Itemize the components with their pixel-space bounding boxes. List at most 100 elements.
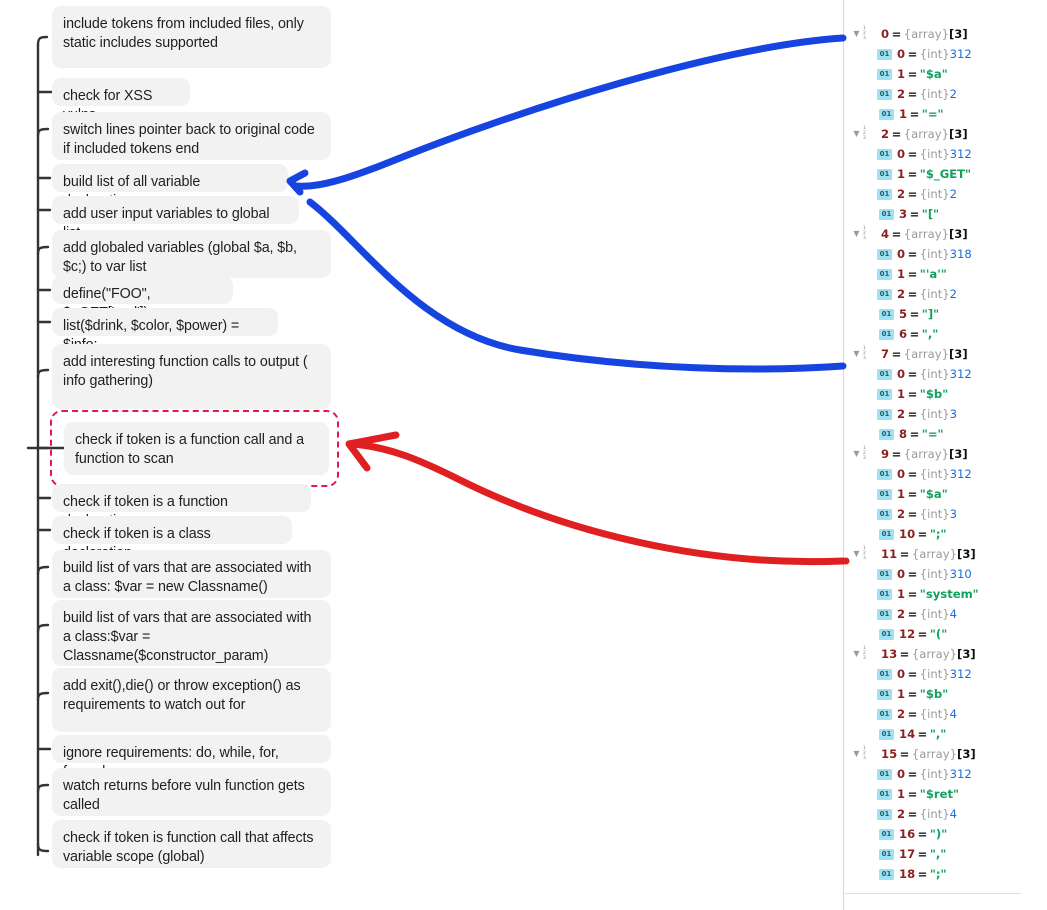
debugger-row[interactable]: 01 1 = "$_GET" (844, 164, 1047, 184)
mindmap-node[interactable]: check if token is a class declaration (52, 516, 292, 561)
debugger-key: 1 (897, 387, 906, 401)
debugger-row[interactable]: 01 17 = "," (844, 844, 1047, 864)
mindmap-node[interactable]: build list of all variable declarations (52, 164, 288, 209)
equals-sign: = (907, 667, 918, 681)
debugger-row[interactable]: 01 1 = "'a'" (844, 264, 1047, 284)
chevron-down-icon[interactable]: ▼ (850, 130, 863, 138)
primitive-icon: 01 (877, 608, 892, 620)
debugger-row[interactable]: ▼ 1 2 3 9 = {array} [3] (844, 444, 1047, 464)
debugger-row[interactable]: 01 1 = "$b" (844, 684, 1047, 704)
debugger-row[interactable]: ▼ 1 2 3 4 = {array} [3] (844, 224, 1047, 244)
debugger-key: 0 (897, 567, 906, 581)
mindmap-node[interactable]: watch returns before vuln function gets … (52, 768, 331, 816)
equals-sign: = (891, 447, 902, 461)
debugger-key: 1 (897, 687, 906, 701)
debugger-row[interactable]: 01 2 = {int} 4 (844, 804, 1047, 824)
mindmap-node[interactable]: add interesting function calls to output… (52, 344, 331, 409)
debugger-row[interactable]: 01 8 = "=" (844, 424, 1047, 444)
chevron-down-icon[interactable]: ▼ (850, 550, 863, 558)
debugger-row[interactable]: 01 2 = {int} 2 (844, 184, 1047, 204)
mindmap-node[interactable]: check for XSS vulns (52, 78, 190, 123)
debugger-row[interactable]: 01 1 = "$a" (844, 64, 1047, 84)
mindmap-node[interactable]: check if token is function call that aff… (52, 820, 331, 868)
primitive-icon: 01 (877, 468, 892, 480)
debugger-row[interactable]: 01 0 = {int} 318 (844, 244, 1047, 264)
debugger-key: 0 (897, 367, 906, 381)
debugger-key: 0 (897, 147, 906, 161)
primitive-icon: 01 (877, 148, 892, 160)
mindmap-node[interactable]: build list of vars that are associated w… (52, 550, 331, 598)
equals-sign: = (907, 387, 918, 401)
debugger-row[interactable]: 01 3 = "[" (844, 204, 1047, 224)
mindmap-node[interactable]: include tokens from included files, only… (52, 6, 331, 68)
debugger-type: {int} (919, 47, 950, 61)
debugger-row[interactable]: 01 14 = "," (844, 724, 1047, 744)
debugger-row[interactable]: 01 5 = "]" (844, 304, 1047, 324)
primitive-icon: 01 (879, 848, 894, 860)
debugger-row[interactable]: 01 1 = "$a" (844, 484, 1047, 504)
debugger-row[interactable]: 01 1 = "$b" (844, 384, 1047, 404)
mindmap-node[interactable]: switch lines pointer back to original co… (52, 112, 331, 160)
debugger-array-count: [3] (948, 127, 968, 141)
debugger-row[interactable]: ▼ 1 2 3 11 = {array} [3] (844, 544, 1047, 564)
debugger-row[interactable]: 01 0 = {int} 310 (844, 564, 1047, 584)
debugger-number-value: 2 (949, 87, 958, 101)
equals-sign: = (907, 567, 918, 581)
panel-bottom-divider (845, 893, 1021, 894)
chevron-down-icon[interactable]: ▼ (850, 30, 863, 38)
debugger-row[interactable]: ▼ 1 2 3 0 = {array} [3] (844, 24, 1047, 44)
debugger-row[interactable]: 01 2 = {int} 2 (844, 84, 1047, 104)
debugger-row[interactable]: 01 1 = "=" (844, 104, 1047, 124)
debugger-row[interactable]: 01 0 = {int} 312 (844, 764, 1047, 784)
mindmap-node[interactable]: ignore requirements: do, while, for, for… (52, 735, 331, 780)
chevron-down-icon[interactable]: ▼ (850, 350, 863, 358)
debugger-string-value: ";" (929, 527, 947, 541)
chevron-down-icon[interactable]: ▼ (850, 230, 863, 238)
debugger-row[interactable]: ▼ 1 2 3 15 = {array} [3] (844, 744, 1047, 764)
mindmap-node[interactable]: add exit(),die() or throw exception() as… (52, 668, 331, 732)
debugger-row[interactable]: 01 1 = "system" (844, 584, 1047, 604)
debugger-string-value: "[" (921, 207, 940, 221)
debugger-row[interactable]: 01 0 = {int} 312 (844, 44, 1047, 64)
equals-sign: = (907, 287, 918, 301)
debugger-row[interactable]: 01 2 = {int} 4 (844, 704, 1047, 724)
debugger-row[interactable]: 01 12 = "(" (844, 624, 1047, 644)
mindmap-node[interactable]: check if token is a function declaration (52, 484, 311, 529)
debugger-key: 10 (899, 527, 916, 541)
debugger-row[interactable]: 01 10 = ";" (844, 524, 1047, 544)
debugger-string-value: "$b" (919, 387, 949, 401)
chevron-down-icon[interactable]: ▼ (850, 650, 863, 658)
mindmap-node[interactable]: list($drink, $color, $power) = $info; (52, 308, 278, 353)
equals-sign: = (917, 627, 928, 641)
mindmap-node[interactable]: build list of vars that are associated w… (52, 600, 331, 666)
debugger-row[interactable]: 01 0 = {int} 312 (844, 364, 1047, 384)
chevron-down-icon[interactable]: ▼ (850, 450, 863, 458)
debugger-row[interactable]: 01 2 = {int} 3 (844, 504, 1047, 524)
debugger-row[interactable]: 01 0 = {int} 312 (844, 464, 1047, 484)
mindmap-node[interactable]: check if token is a function call and a … (64, 422, 329, 475)
debugger-row[interactable]: 01 2 = {int} 2 (844, 284, 1047, 304)
debugger-row[interactable]: 01 16 = ")" (844, 824, 1047, 844)
debugger-row[interactable]: 01 2 = {int} 4 (844, 604, 1047, 624)
debugger-key: 14 (899, 727, 916, 741)
primitive-icon: 01 (877, 808, 892, 820)
debugger-row[interactable]: 01 2 = {int} 3 (844, 404, 1047, 424)
debugger-row[interactable]: 01 18 = ";" (844, 864, 1047, 884)
debugger-row[interactable]: ▼ 1 2 3 7 = {array} [3] (844, 344, 1047, 364)
debugger-row[interactable]: 01 1 = "$ret" (844, 784, 1047, 804)
mindmap-node[interactable]: define("FOO", $_GET['asd']); (52, 276, 233, 321)
debugger-key: 13 (881, 647, 898, 661)
debugger-row[interactable]: 01 0 = {int} 312 (844, 664, 1047, 684)
debugger-key: 2 (897, 187, 906, 201)
chevron-down-icon[interactable]: ▼ (850, 750, 863, 758)
debugger-row[interactable]: 01 0 = {int} 312 (844, 144, 1047, 164)
debugger-variables-panel[interactable]: ▼ 1 2 3 0 = {array} [3] 01 0 = {int} 312 01 1 = "$a" 01… (843, 0, 1047, 910)
debugger-row[interactable]: 01 6 = "," (844, 324, 1047, 344)
equals-sign: = (909, 427, 920, 441)
debugger-row[interactable]: ▼ 1 2 3 2 = {array} [3] (844, 124, 1047, 144)
debugger-tree[interactable]: ▼ 1 2 3 0 = {array} [3] 01 0 = {int} 312 01 1 = "$a" 01… (844, 24, 1047, 884)
mindmap-node[interactable]: add globaled variables (global $a, $b, $… (52, 230, 331, 278)
mindmap-node[interactable]: add user input variables to global list (52, 196, 299, 241)
debugger-row[interactable]: ▼ 1 2 3 13 = {array} [3] (844, 644, 1047, 664)
debugger-key: 8 (899, 427, 908, 441)
